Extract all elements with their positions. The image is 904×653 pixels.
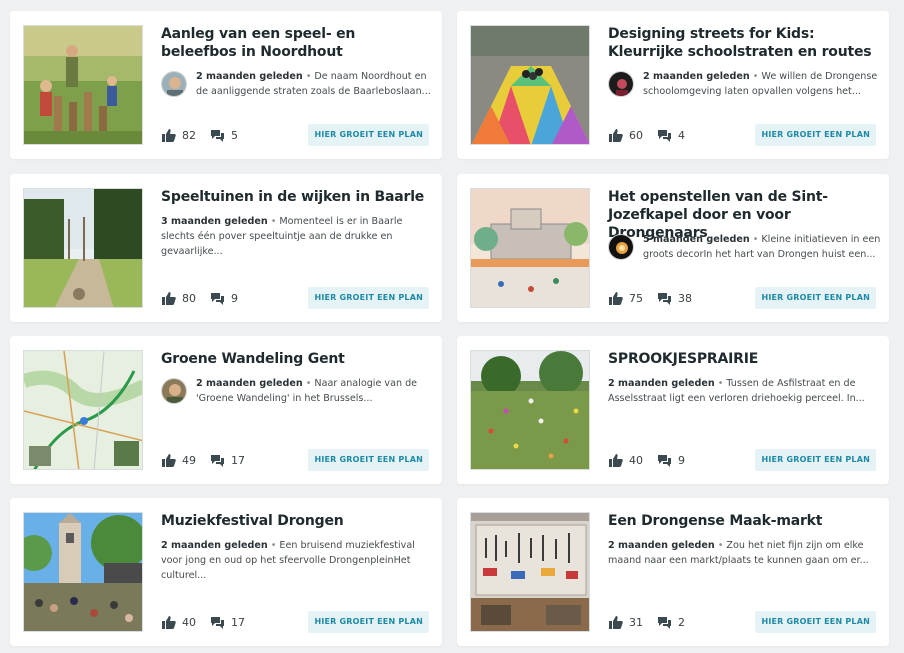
comments-icon bbox=[658, 293, 671, 305]
project-thumbnail[interactable] bbox=[23, 512, 143, 632]
comments-icon bbox=[211, 455, 224, 467]
like-count[interactable]: 82 bbox=[161, 128, 196, 142]
plan-status-badge[interactable]: HIER GROEIT EEN PLAN bbox=[755, 449, 876, 471]
project-meta: 5 maanden geleden • Kleine initiatieven in… bbox=[643, 234, 881, 260]
like-count[interactable]: 40 bbox=[608, 453, 643, 467]
comment-count[interactable]: 38 bbox=[657, 291, 692, 305]
project-meta: 2 maanden geleden • Tussen de Asfilstraat … bbox=[608, 378, 865, 404]
project-title[interactable]: Aanleg van een speel- en beleefbos in No… bbox=[161, 25, 429, 61]
project-meta: 2 maanden geleden • Naar analogie van de '… bbox=[196, 378, 418, 404]
comments-icon bbox=[658, 617, 671, 629]
comment-count[interactable]: 2 bbox=[657, 615, 685, 629]
plan-status-badge[interactable]: HIER GROEIT EEN PLAN bbox=[755, 287, 876, 309]
project-card[interactable]: Groene Wandeling Gent 2 maanden geleden •… bbox=[10, 336, 442, 484]
user-avatar[interactable] bbox=[608, 234, 634, 260]
plan-status-badge[interactable]: HIER GROEIT EEN PLAN bbox=[755, 611, 876, 633]
project-thumbnail[interactable] bbox=[470, 25, 590, 145]
project-title[interactable]: Groene Wandeling Gent bbox=[161, 350, 429, 368]
project-thumbnail[interactable] bbox=[470, 188, 590, 308]
post-time: 2 maanden geleden bbox=[608, 540, 715, 551]
thumbs-up-icon bbox=[609, 292, 623, 305]
project-card[interactable]: SPROOKJESPRAIRIE 2 maanden geleden • Tusse… bbox=[457, 336, 889, 484]
plan-status-badge[interactable]: HIER GROEIT EEN PLAN bbox=[308, 124, 429, 146]
project-meta: 2 maanden geleden • De naam Noordhout en d… bbox=[196, 71, 431, 97]
plan-status-badge[interactable]: HIER GROEIT EEN PLAN bbox=[308, 287, 429, 309]
project-meta: 2 maanden geleden • Een bruisend muziekfes… bbox=[161, 540, 415, 581]
thumbs-up-icon bbox=[162, 129, 176, 142]
project-card[interactable]: Speeltuinen in de wijken in Baarle 3 maa… bbox=[10, 174, 442, 322]
thumbs-up-icon bbox=[162, 616, 176, 629]
post-time: 2 maanden geleden bbox=[196, 71, 303, 82]
project-stats: 49 17 bbox=[161, 451, 259, 469]
project-title[interactable]: Een Drongense Maak-markt bbox=[608, 512, 876, 530]
user-avatar[interactable] bbox=[161, 378, 187, 404]
project-stats: 31 2 bbox=[608, 613, 699, 631]
user-avatar[interactable] bbox=[608, 71, 634, 97]
comment-count[interactable]: 9 bbox=[657, 453, 685, 467]
project-stats: 82 5 bbox=[161, 126, 252, 144]
like-count[interactable]: 49 bbox=[161, 453, 196, 467]
comments-icon bbox=[211, 293, 224, 305]
project-stats: 60 4 bbox=[608, 126, 699, 144]
thumbs-up-icon bbox=[609, 616, 623, 629]
post-time: 2 maanden geleden bbox=[196, 378, 303, 389]
project-stats: 40 9 bbox=[608, 451, 699, 469]
project-card[interactable]: Een Drongense Maak-markt 2 maanden geled… bbox=[457, 498, 889, 646]
post-time: 2 maanden geleden bbox=[643, 71, 750, 82]
comments-icon bbox=[658, 130, 671, 142]
post-time: 3 maanden geleden bbox=[161, 216, 268, 227]
comments-icon bbox=[658, 455, 671, 467]
like-count[interactable]: 75 bbox=[608, 291, 643, 305]
like-count[interactable]: 60 bbox=[608, 128, 643, 142]
thumbs-up-icon bbox=[609, 454, 623, 467]
comment-count[interactable]: 17 bbox=[210, 453, 245, 467]
project-card[interactable]: Het openstellen van de Sint-Jozefkapel d… bbox=[457, 174, 889, 322]
project-title[interactable]: SPROOKJESPRAIRIE bbox=[608, 350, 876, 368]
project-meta: 2 maanden geleden • Zou het niet fijn zijn… bbox=[608, 540, 869, 566]
project-title[interactable]: Muziekfestival Drongen bbox=[161, 512, 429, 530]
like-count[interactable]: 31 bbox=[608, 615, 643, 629]
post-time: 5 maanden geleden bbox=[643, 234, 750, 245]
plan-status-badge[interactable]: HIER GROEIT EEN PLAN bbox=[755, 124, 876, 146]
user-avatar[interactable] bbox=[161, 71, 187, 97]
comments-icon bbox=[211, 130, 224, 142]
project-card[interactable]: Designing streets for Kids: Kleurrijke s… bbox=[457, 11, 889, 159]
project-title[interactable]: Speeltuinen in de wijken in Baarle bbox=[161, 188, 429, 206]
project-thumbnail[interactable] bbox=[23, 188, 143, 308]
project-meta: 2 maanden geleden • We willen de Drongense… bbox=[643, 71, 878, 97]
project-stats: 80 9 bbox=[161, 289, 252, 307]
project-meta: 3 maanden geleden • Momenteel is er in Baa… bbox=[161, 216, 403, 257]
post-time: 2 maanden geleden bbox=[161, 540, 268, 551]
thumbs-up-icon bbox=[162, 292, 176, 305]
project-card[interactable]: Muziekfestival Drongen 2 maanden geleden… bbox=[10, 498, 442, 646]
like-count[interactable]: 80 bbox=[161, 291, 196, 305]
project-title[interactable]: Designing streets for Kids: Kleurrijke s… bbox=[608, 25, 876, 61]
comment-count[interactable]: 5 bbox=[210, 128, 238, 142]
project-stats: 40 17 bbox=[161, 613, 259, 631]
project-thumbnail[interactable] bbox=[23, 350, 143, 470]
project-thumbnail[interactable] bbox=[470, 512, 590, 632]
like-count[interactable]: 40 bbox=[161, 615, 196, 629]
project-card-grid: Aanleg van een speel- en beleefbos in No… bbox=[0, 0, 904, 653]
plan-status-badge[interactable]: HIER GROEIT EEN PLAN bbox=[308, 611, 429, 633]
plan-status-badge[interactable]: HIER GROEIT EEN PLAN bbox=[308, 449, 429, 471]
comment-count[interactable]: 9 bbox=[210, 291, 238, 305]
thumbs-up-icon bbox=[609, 129, 623, 142]
project-card[interactable]: Aanleg van een speel- en beleefbos in No… bbox=[10, 11, 442, 159]
comments-icon bbox=[211, 617, 224, 629]
project-stats: 75 38 bbox=[608, 289, 706, 307]
comment-count[interactable]: 4 bbox=[657, 128, 685, 142]
post-time: 2 maanden geleden bbox=[608, 378, 715, 389]
project-thumbnail[interactable] bbox=[470, 350, 590, 470]
comment-count[interactable]: 17 bbox=[210, 615, 245, 629]
thumbs-up-icon bbox=[162, 454, 176, 467]
project-thumbnail[interactable] bbox=[23, 25, 143, 145]
